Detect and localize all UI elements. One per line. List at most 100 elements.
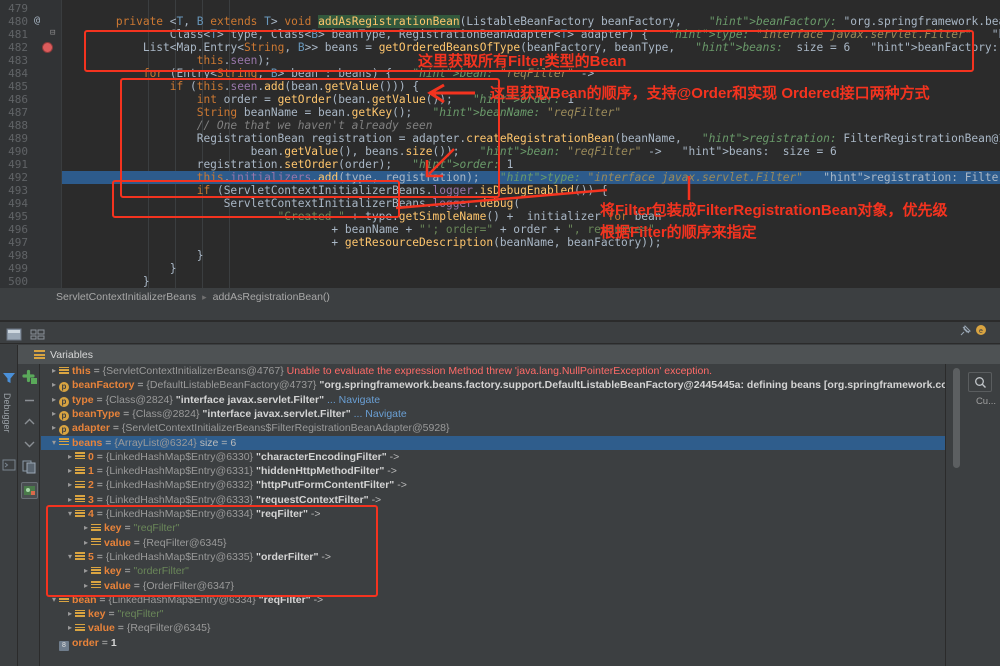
variable-row[interactable]: ▸key = "reqFilter" (41, 521, 945, 535)
layout-settings-icon[interactable] (6, 326, 22, 340)
breadcrumb-method[interactable]: addAsRegistrationBean() (213, 291, 330, 303)
restore-layout-icon[interactable] (30, 326, 46, 340)
breadcrumb[interactable]: ServletContextInitializerBeans ▸ addAsRe… (0, 288, 1000, 306)
variables-vscrollbar-thumb[interactable] (953, 368, 960, 468)
variable-row[interactable]: ▸padapter = {ServletContextInitializerBe… (41, 421, 945, 435)
code-lines[interactable]: private <T, B extends T> void addAsRegis… (62, 0, 1000, 288)
variable-row[interactable]: ▸key = "orderFilter" (41, 564, 945, 578)
gutter-line-number[interactable]: 494 (0, 197, 28, 210)
code-line[interactable]: registration.setOrder(order); "hint">ord… (62, 158, 1000, 171)
search-button[interactable] (968, 372, 992, 392)
gutter-line-number[interactable]: 483 (0, 54, 28, 67)
gutter-line-number[interactable]: 479 (0, 2, 28, 15)
gutter-line-number[interactable]: 480 (0, 15, 28, 28)
gutter-line-number[interactable]: 487 (0, 106, 28, 119)
variables-tree[interactable]: ▸this = {ServletContextInitializerBeans@… (41, 364, 945, 666)
gutter-line-number[interactable]: 489 (0, 132, 28, 145)
expand-toggle-icon[interactable]: ▸ (49, 364, 59, 378)
debugger-toolbar[interactable]: e (0, 322, 1000, 344)
code-line[interactable]: } (62, 262, 1000, 275)
expand-toggle-icon[interactable]: ▸ (49, 378, 59, 392)
variable-row[interactable]: ▾5 = {LinkedHashMap$Entry@6335} "orderFi… (41, 550, 945, 564)
variable-row[interactable]: ▸this = {ServletContextInitializerBeans@… (41, 364, 945, 378)
editor-hscrollbar[interactable] (62, 277, 1000, 284)
variable-row[interactable]: ▸key = "reqFilter" (41, 607, 945, 621)
pin-icon[interactable] (959, 325, 971, 340)
expand-toggle-icon[interactable]: ▸ (49, 421, 59, 435)
code-line[interactable]: } (62, 249, 1000, 262)
expand-toggle-icon[interactable]: ▸ (81, 564, 91, 578)
variable-row[interactable]: ▸2 = {LinkedHashMap$Entry@6332} "httpPut… (41, 478, 945, 492)
gutter-line-number[interactable]: 498 (0, 249, 28, 262)
breakpoint-icon[interactable] (42, 42, 53, 53)
filter-icon[interactable] (2, 370, 16, 384)
expand-toggle-icon[interactable]: ▸ (49, 407, 59, 421)
console-icon[interactable] (2, 457, 16, 471)
code-line[interactable]: bean.getValue(), beans.size()); "hint">b… (62, 145, 1000, 158)
gutter-line-number[interactable]: 491 (0, 158, 28, 171)
gutter-line-number[interactable]: 497 (0, 236, 28, 249)
expand-toggle-icon[interactable]: ▸ (65, 450, 75, 464)
gutter-line-number[interactable]: 488 (0, 119, 28, 132)
debugger-left-rail[interactable]: Debugger (0, 345, 18, 666)
expand-toggle-icon[interactable]: ▸ (65, 621, 75, 635)
code-line[interactable]: + beanName + "'; order=" + order + ", re… (62, 223, 1000, 236)
variable-row[interactable]: 8order = 1 (41, 636, 945, 650)
code-line[interactable]: this.initializers.add(type, registration… (62, 171, 1000, 184)
gutter-line-number[interactable]: 482 (0, 41, 28, 54)
debugger-tabs[interactable]: Variables (0, 345, 1000, 364)
variable-row[interactable]: ▸value = {ReqFilter@6345} (41, 536, 945, 550)
gutter-line-number[interactable]: 496 (0, 223, 28, 236)
variable-link[interactable]: ... Navigate (327, 394, 380, 406)
add-watch-icon[interactable] (21, 368, 38, 385)
expand-toggle-icon[interactable]: ▸ (65, 464, 75, 478)
gutter-line-number[interactable]: 485 (0, 80, 28, 93)
expand-toggle-icon[interactable]: ▾ (49, 436, 59, 450)
variable-row[interactable]: ▸value = {OrderFilter@6347} (41, 579, 945, 593)
code-line[interactable]: String beanName = bean.getKey(); "hint">… (62, 106, 1000, 119)
expand-toggle-icon[interactable]: ▸ (81, 536, 91, 550)
expand-toggle-icon[interactable]: ▾ (65, 507, 75, 521)
variable-row[interactable]: ▾beans = {ArrayList@6324} size = 6 (41, 436, 945, 450)
code-line[interactable]: Class<T> type, Class<B> beanType, Regist… (62, 28, 1000, 41)
gutter-line-number[interactable]: 486 (0, 93, 28, 106)
expand-toggle-icon[interactable]: ▸ (81, 579, 91, 593)
gutter-line-number[interactable]: 492 (0, 171, 28, 184)
code-editor[interactable]: 4794804814824834844854864874884894904914… (0, 0, 1000, 288)
variable-row[interactable]: ▸1 = {LinkedHashMap$Entry@6331} "hiddenH… (41, 464, 945, 478)
gutter-line-number[interactable]: 484 (0, 67, 28, 80)
debugger-side-toolbar[interactable] (18, 364, 40, 666)
expand-toggle-icon[interactable]: ▸ (65, 493, 75, 507)
variable-row[interactable]: ▾bean = {LinkedHashMap$Entry@6334} "reqF… (41, 593, 945, 607)
expand-toggle-icon[interactable]: ▸ (65, 607, 75, 621)
minus-icon[interactable] (21, 392, 38, 409)
variable-link[interactable]: ... Navigate (354, 408, 407, 420)
expand-toggle-icon[interactable]: ▾ (65, 550, 75, 564)
override-marker-icon[interactable]: @ (34, 15, 40, 26)
variable-row[interactable]: ▾4 = {LinkedHashMap$Entry@6334} "reqFilt… (41, 507, 945, 521)
variable-row[interactable]: ▸value = {ReqFilter@6345} (41, 621, 945, 635)
breadcrumb-class[interactable]: ServletContextInitializerBeans (56, 291, 196, 303)
fold-collapse-icon[interactable]: ⊟ (50, 28, 55, 38)
expand-toggle-icon[interactable]: ▸ (65, 478, 75, 492)
code-line[interactable]: if (ServletContextInitializerBeans.logge… (62, 184, 1000, 197)
inspect-icon[interactable] (21, 482, 38, 499)
variable-row[interactable]: ▸3 = {LinkedHashMap$Entry@6333} "request… (41, 493, 945, 507)
variable-row[interactable]: ▸pbeanType = {Class@2824} "interface jav… (41, 407, 945, 421)
evaluate-expression-icon[interactable]: e (975, 324, 988, 340)
code-line[interactable]: RegistrationBean registration = adapter.… (62, 132, 1000, 145)
gutter-line-number[interactable]: 500 (0, 275, 28, 288)
editor-gutter[interactable]: 4794804814824834844854864874884894904914… (0, 0, 62, 288)
variable-row[interactable]: ▸ptype = {Class@2824} "interface javax.s… (41, 393, 945, 407)
gutter-line-number[interactable]: 493 (0, 184, 28, 197)
code-line[interactable]: // One that we haven't already seen (62, 119, 1000, 132)
variable-row[interactable]: ▸pbeanFactory = {DefaultListableBeanFact… (41, 378, 945, 392)
code-line[interactable]: + getResourceDescription(beanName, beanF… (62, 236, 1000, 249)
code-line[interactable]: private <T, B extends T> void addAsRegis… (62, 15, 1000, 28)
copy-icon[interactable] (21, 458, 38, 475)
expand-toggle-icon[interactable]: ▸ (49, 393, 59, 407)
chevron-up-icon[interactable] (21, 414, 38, 431)
variable-row[interactable]: ▸0 = {LinkedHashMap$Entry@6330} "charact… (41, 450, 945, 464)
gutter-line-number[interactable]: 495 (0, 210, 28, 223)
code-line[interactable] (62, 2, 1000, 15)
